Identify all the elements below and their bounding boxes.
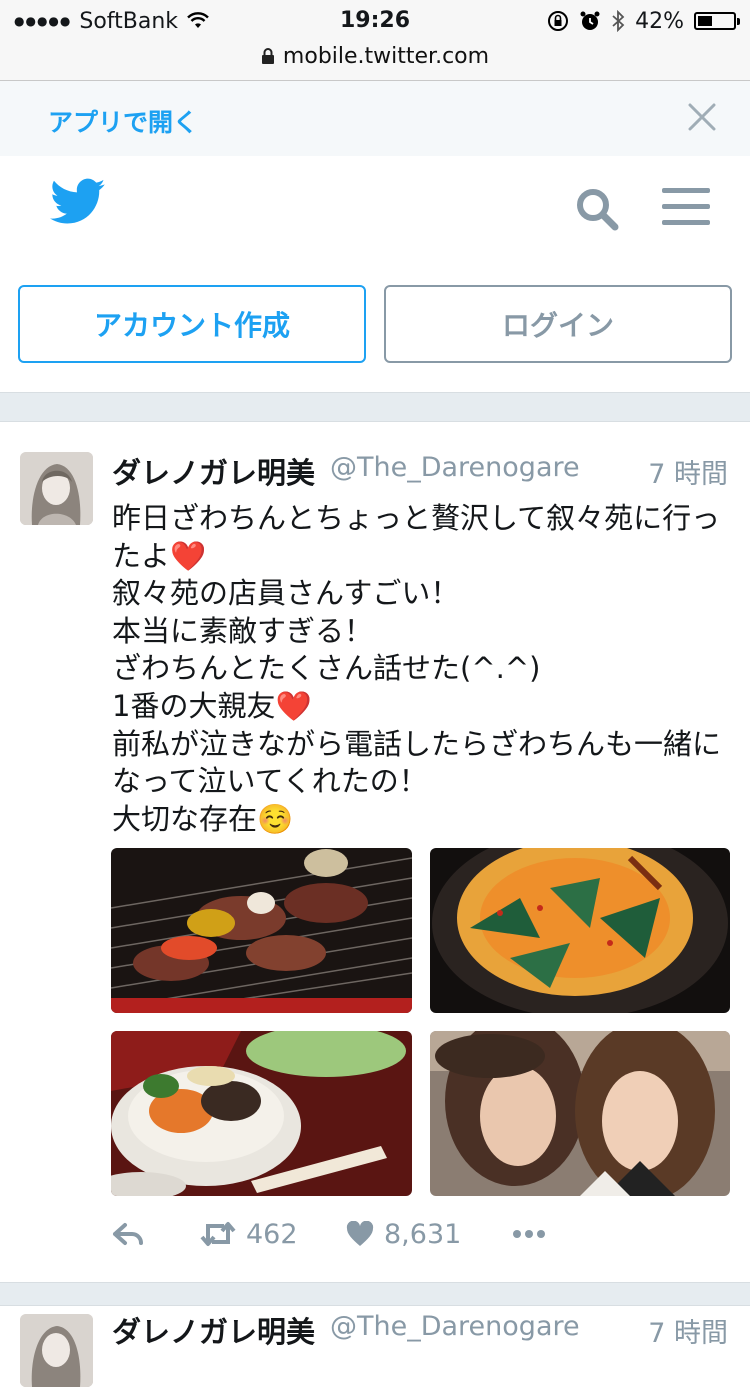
tweet-text: 昨日ざわちんとちょっと贅沢して叙々苑に行ったよ❤️ 叙々苑の店員さんすごい！ 本…: [112, 501, 722, 836]
like-icon: [346, 1221, 374, 1246]
close-icon[interactable]: [684, 99, 720, 135]
avatar-portrait-icon: [20, 1314, 93, 1387]
more-icon: [513, 1230, 545, 1238]
timestamp[interactable]: 7 時間: [648, 452, 728, 491]
retweet-button[interactable]: 462: [200, 1212, 298, 1256]
retweet-icon: [200, 1222, 236, 1246]
bluetooth-icon: [612, 10, 625, 32]
site-header: [0, 156, 750, 256]
photo-grill-image: [111, 848, 412, 1013]
tweet-actions: 462 8,631: [112, 1212, 712, 1256]
app-banner: アプリで開く: [0, 81, 750, 156]
lock-icon: [261, 48, 274, 64]
avatar[interactable]: [20, 1314, 93, 1387]
tweet-photo-selfie[interactable]: [430, 1031, 730, 1196]
menu-icon[interactable]: [662, 186, 710, 226]
divider: [0, 1305, 750, 1306]
photo-bibimbap-image: [111, 1031, 412, 1196]
battery-icon: [694, 12, 740, 30]
user-handle[interactable]: @The_Darenogare: [330, 452, 580, 483]
battery-percent: 42%: [635, 8, 684, 34]
status-bar: ●●●●● SoftBank 19:26 42% mobile.twitter.…: [0, 0, 750, 81]
alarm-icon: [580, 11, 600, 30]
user-handle[interactable]: @The_Darenogare: [330, 1311, 580, 1342]
photo-selfie-image: [430, 1031, 730, 1196]
tweet-photo-bibimbap[interactable]: [111, 1031, 412, 1196]
tweet-photo-grill[interactable]: [111, 848, 412, 1013]
url-text: mobile.twitter.com: [282, 43, 490, 69]
tweet-photo-soup[interactable]: [430, 848, 730, 1013]
open-in-app-link[interactable]: アプリで開く: [48, 103, 198, 139]
search-icon[interactable]: [574, 186, 620, 232]
avatar-portrait-icon: [20, 452, 93, 525]
display-name[interactable]: ダレノガレ明美: [112, 1309, 315, 1351]
reply-button[interactable]: [112, 1212, 144, 1256]
rotation-lock-icon: [548, 11, 569, 31]
like-button[interactable]: 8,631: [346, 1212, 461, 1256]
like-count: 8,631: [384, 1218, 462, 1250]
timestamp[interactable]: 7 時間: [648, 1311, 728, 1350]
section-gap: [0, 1283, 750, 1305]
avatar[interactable]: [20, 452, 93, 525]
twitter-bird-icon[interactable]: [50, 178, 106, 226]
photo-soup-image: [430, 848, 730, 1013]
retweet-count: 462: [246, 1218, 298, 1250]
more-options-button[interactable]: [512, 1212, 546, 1256]
create-account-button[interactable]: アカウント作成: [18, 285, 366, 363]
address-bar[interactable]: mobile.twitter.com: [0, 40, 750, 72]
display-name[interactable]: ダレノガレ明美: [112, 450, 315, 492]
login-button[interactable]: ログイン: [384, 285, 732, 363]
section-gap: [0, 393, 750, 421]
reply-icon: [113, 1223, 143, 1245]
